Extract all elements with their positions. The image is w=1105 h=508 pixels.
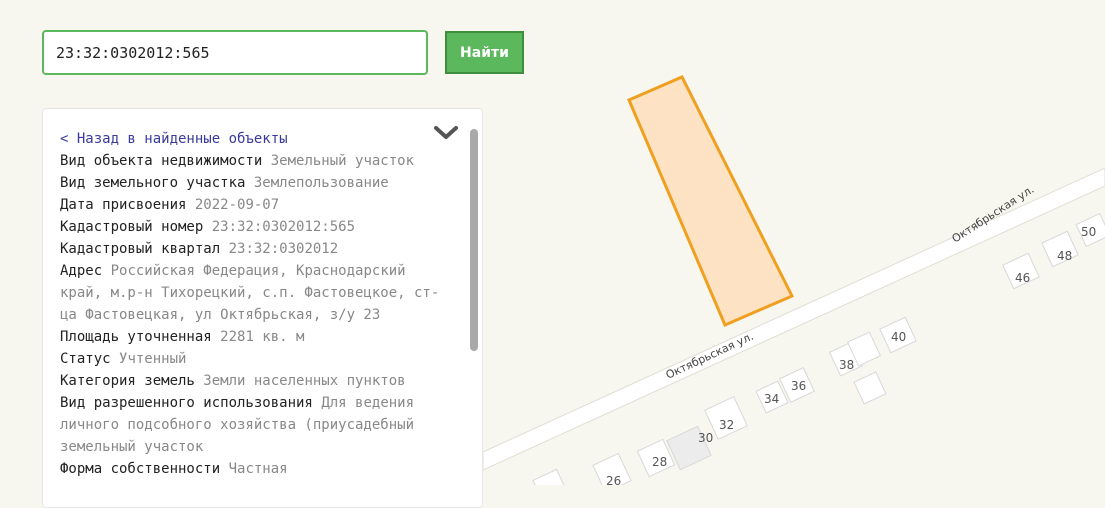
- house-number: 48: [1057, 249, 1072, 263]
- info-label: Адрес: [60, 263, 103, 279]
- info-value: 2281 кв. м: [220, 329, 305, 345]
- info-row-area: Площадь уточненная 2281 кв. м: [60, 326, 450, 348]
- info-label: Кадастровый номер: [60, 219, 204, 235]
- back-to-results-link[interactable]: < Назад в найденные объекты: [60, 128, 450, 150]
- road: [482, 167, 1105, 471]
- info-value: 23:32:0302012: [228, 241, 339, 257]
- info-value: Земельный участок: [270, 153, 415, 169]
- info-label: Вид земельного участка: [60, 175, 246, 191]
- info-row-permitted-use: Вид разрешенного использования Для веден…: [60, 392, 450, 458]
- info-label: Площадь уточненная: [60, 329, 212, 345]
- house-number: 30: [698, 431, 713, 445]
- info-row-land-category: Категория земель Земли населенных пункто…: [60, 370, 450, 392]
- cadastral-search-input[interactable]: [42, 30, 428, 75]
- info-row-object-type: Вид объекта недвижимости Земельный участ…: [60, 150, 450, 172]
- house-number: 32: [719, 418, 734, 432]
- info-row-assign-date: Дата присвоения 2022-09-07: [60, 194, 450, 216]
- panel-scrollbar[interactable]: [470, 129, 478, 507]
- info-value: Земли населенных пунктов: [203, 373, 406, 389]
- info-row-cadastral-quarter: Кадастровый квартал 23:32:0302012: [60, 238, 450, 260]
- house-number: 34: [764, 392, 779, 406]
- info-label: Дата присвоения: [60, 197, 187, 213]
- info-value: 23:32:0302012:565: [211, 219, 356, 235]
- buildings: [532, 212, 1105, 485]
- info-label: Статус: [60, 351, 111, 367]
- house-number: 38: [839, 358, 854, 372]
- info-label: Кадастровый квартал: [60, 241, 221, 257]
- street-label-oktyabrskaya-2: Октябрьская ул.: [664, 330, 756, 382]
- info-value: 2022-09-07: [194, 197, 280, 213]
- info-value: Землепользование: [253, 175, 389, 191]
- info-label: Вид разрешенного использования: [60, 395, 313, 411]
- parcel-polygon[interactable]: [627, 75, 795, 327]
- info-label: Форма собственности: [60, 461, 221, 477]
- info-row-status: Статус Учтенный: [60, 348, 450, 370]
- house-number: 36: [791, 379, 806, 393]
- chevron-down-icon[interactable]: [431, 123, 461, 143]
- info-value: Российская Федерация, Краснодарский край…: [60, 263, 440, 323]
- info-row-cadastral-number: Кадастровый номер 23:32:0302012:565: [60, 216, 450, 238]
- house-number: 26: [606, 474, 621, 485]
- object-info-panel: < Назад в найденные объекты Вид объекта …: [42, 108, 483, 508]
- info-row-parcel-type: Вид земельного участка Землепользование: [60, 172, 450, 194]
- object-info-content: < Назад в найденные объекты Вид объекта …: [60, 128, 450, 480]
- scrollbar-thumb[interactable]: [470, 129, 478, 351]
- info-value: Частная: [228, 461, 288, 477]
- house-number: 40: [891, 330, 906, 344]
- info-label: Вид объекта недвижимости: [60, 153, 263, 169]
- info-label: Категория земель: [60, 373, 195, 389]
- info-value: Учтенный: [119, 351, 187, 367]
- house-number: 28: [652, 455, 667, 469]
- info-row-ownership: Форма собственности Частная: [60, 458, 450, 480]
- house-number: 46: [1015, 271, 1030, 285]
- info-row-address: Адрес Российская Федерация, Краснодарски…: [60, 260, 450, 326]
- search-button[interactable]: Найти: [445, 31, 524, 74]
- house-number: 50: [1081, 225, 1096, 239]
